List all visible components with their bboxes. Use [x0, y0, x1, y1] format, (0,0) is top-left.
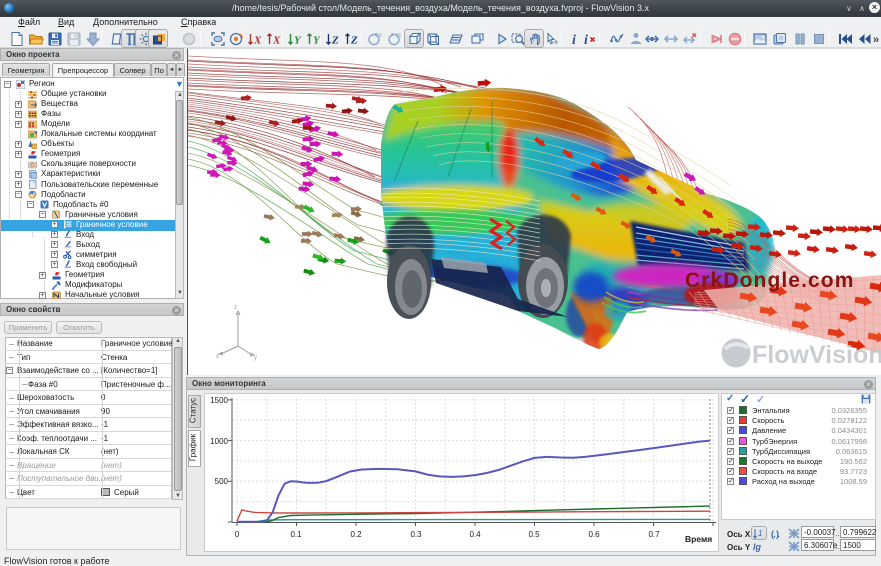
svg-text:(: (: [771, 529, 774, 539]
svg-text:1: 1: [758, 529, 762, 538]
svg-text:lg: lg: [753, 542, 762, 552]
svg-text:): ): [776, 529, 779, 539]
